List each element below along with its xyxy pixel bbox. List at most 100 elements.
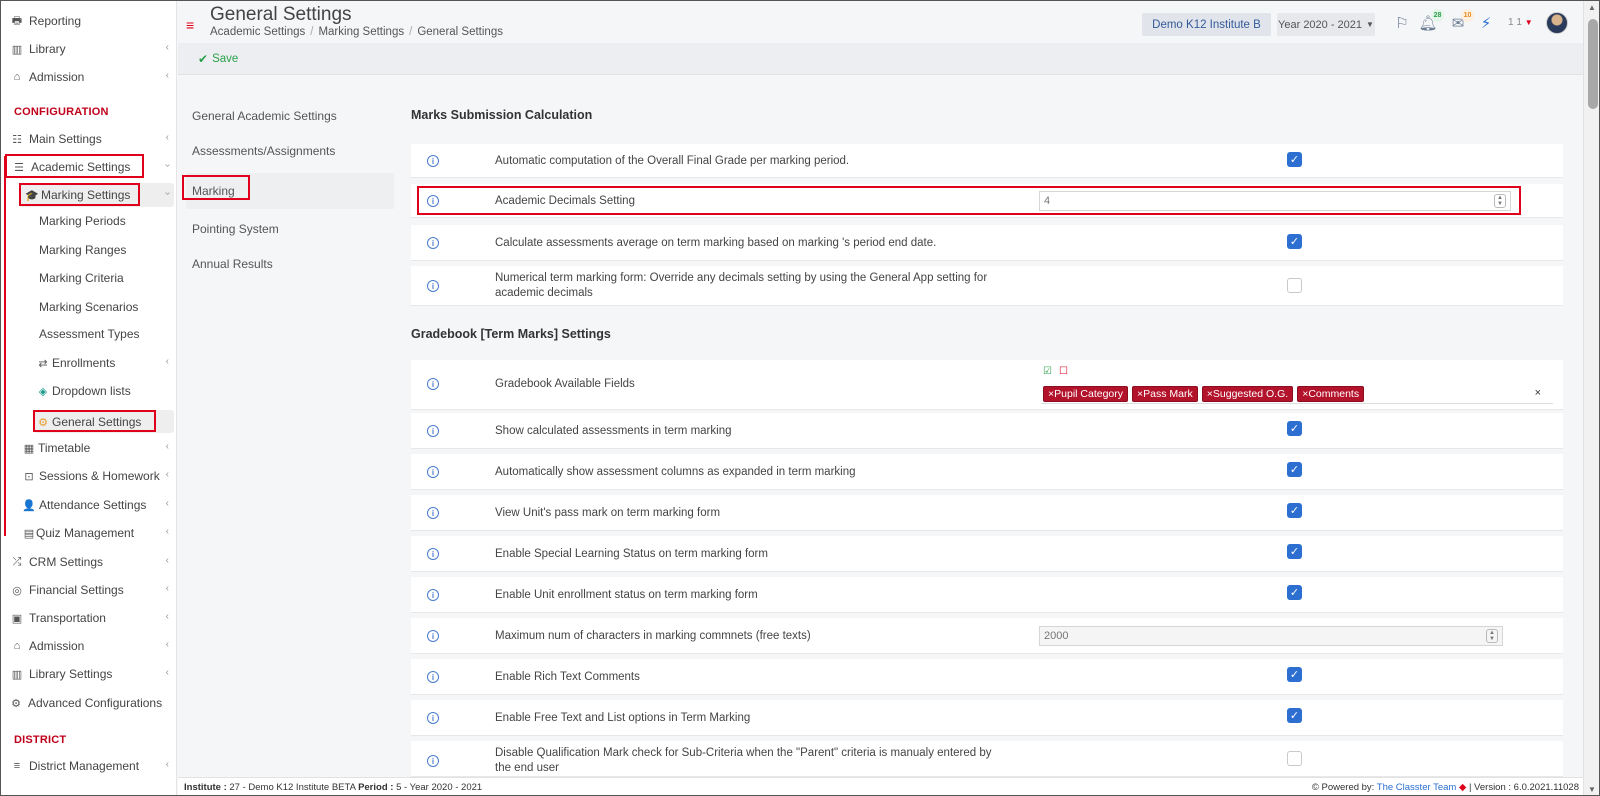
clear-icon[interactable]: × — [1535, 387, 1541, 399]
setting-row: i Show calculated assessments in term ma… — [411, 413, 1563, 449]
setting-row: i Automatic computation of the Overall F… — [411, 144, 1563, 178]
tag-chip[interactable]: ×Comments — [1297, 385, 1365, 402]
setting-checkbox[interactable]: ✓ — [1287, 544, 1302, 559]
printer-icon: 🖶 — [11, 14, 23, 27]
subnav-assessments[interactable]: Assessments/Assignments — [186, 136, 394, 166]
setting-checkbox[interactable]: ✓ — [1287, 462, 1302, 477]
year-selector[interactable]: Year 2020 - 2021 ▼ — [1277, 13, 1375, 36]
setting-checkbox[interactable]: ✓ — [1287, 503, 1302, 518]
tag-chip[interactable]: ×Pupil Category — [1043, 385, 1129, 402]
year-label: Year 2020 - 2021 — [1278, 18, 1363, 31]
sidebar-item-marking-criteria[interactable]: Marking Criteria — [1, 265, 176, 291]
layers-icon: ◈ — [38, 385, 48, 398]
scroll-up-icon[interactable]: ▲ — [1588, 3, 1596, 12]
section-title: Marks Submission Calculation — [411, 108, 593, 122]
info-icon[interactable]: i — [427, 630, 439, 642]
hamburger-icon[interactable]: ≡ — [186, 17, 194, 33]
brand-link[interactable]: The Classter Team — [1377, 782, 1457, 793]
sidebar-item-crm-settings[interactable]: ⤮ CRM Settings ‹ — [1, 549, 176, 575]
info-icon[interactable]: i — [427, 507, 439, 519]
info-icon[interactable]: i — [427, 589, 439, 601]
deselect-all-icon[interactable]: ☐ — [1059, 366, 1068, 377]
sidebar-item-label: Timetable — [38, 441, 91, 455]
envelope-icon[interactable]: ✉ 10 — [1448, 9, 1474, 33]
subnav-general-academic[interactable]: General Academic Settings — [186, 101, 394, 131]
sidebar-item-admission[interactable]: ⌂ Admission ‹ — [1, 64, 176, 90]
subnav-annual-results[interactable]: Annual Results — [186, 249, 394, 279]
sidebar-item-enrollments[interactable]: ⇄ Enrollments ‹ — [1, 350, 176, 376]
section-configuration: CONFIGURATION — [14, 106, 109, 118]
info-icon[interactable]: i — [427, 712, 439, 724]
sidebar-item-library-settings[interactable]: ▥ Library Settings ‹ — [1, 661, 176, 687]
sidebar-item-main-settings[interactable]: ☷ Main Settings ‹ — [1, 126, 176, 152]
scroll-down-icon[interactable]: ▼ — [1588, 785, 1596, 794]
institute-selector[interactable]: Demo K12 Institute B — [1142, 13, 1271, 36]
setting-checkbox[interactable]: ✓ — [1287, 708, 1302, 723]
info-icon[interactable]: i — [427, 425, 439, 437]
sidebar-item-financial-settings[interactable]: ◎ Financial Settings ‹ — [1, 577, 176, 603]
breadcrumb-item[interactable]: Academic Settings — [210, 26, 305, 38]
sidebar-item-district-management[interactable]: ≡ District Management ‹ — [1, 753, 176, 779]
info-icon[interactable]: i — [427, 378, 439, 390]
user-menu[interactable]: 1 1 ▼ — [1508, 17, 1533, 28]
sidebar-item-attendance-settings[interactable]: 👤 Attendance Settings ‹ — [1, 492, 176, 518]
info-icon[interactable]: i — [427, 237, 439, 249]
scroll-thumb[interactable] — [1588, 19, 1598, 109]
breadcrumb-item[interactable]: Marking Settings — [318, 26, 404, 38]
setting-label: Enable Unit enrollment status on term ma… — [495, 589, 758, 601]
bell-icon[interactable]: 🔔︎ 28 — [1418, 9, 1444, 33]
info-icon[interactable]: i — [427, 671, 439, 683]
info-icon[interactable]: i — [427, 280, 439, 292]
copyright-icon: © — [1311, 782, 1319, 793]
sidebar-item-marking-periods[interactable]: Marking Periods — [1, 208, 176, 234]
sidebar-item-label: CRM Settings — [29, 555, 104, 569]
user-check-icon: 👤 — [22, 499, 36, 512]
sidebar-item-reporting[interactable]: 🖶 Reporting — [1, 8, 176, 34]
setting-checkbox[interactable] — [1287, 751, 1302, 766]
info-icon[interactable]: i — [427, 548, 439, 560]
messages-badge: 10 — [1461, 9, 1474, 22]
institute-value: 27 - Demo K12 Institute BETA — [229, 782, 356, 793]
setting-checkbox[interactable]: ✓ — [1287, 421, 1302, 436]
sidebar-item-label: Marking Scenarios — [39, 300, 139, 314]
sidebar-item-advanced-configurations[interactable]: ⚙ Advanced Configurations — [1, 690, 176, 716]
setting-checkbox[interactable]: ✓ — [1287, 667, 1302, 682]
setting-checkbox[interactable] — [1287, 278, 1302, 293]
sidebar-item-marking-ranges[interactable]: Marking Ranges — [1, 237, 176, 263]
sliders-icon: ☷ — [12, 133, 22, 146]
info-icon[interactable]: i — [427, 466, 439, 478]
tag-chip[interactable]: ×Pass Mark — [1132, 385, 1198, 402]
spinner-icon[interactable]: ▲ ▼ — [1486, 629, 1498, 643]
sidebar-item-assessment-types[interactable]: Assessment Types — [1, 321, 176, 347]
sidebar-item-library[interactable]: ▥ Library ‹ — [1, 36, 176, 62]
scrollbar[interactable]: ▲ ▼ — [1583, 1, 1599, 795]
tag-chip[interactable]: ×Suggested O.G. — [1201, 385, 1294, 402]
setting-row: i Calculate assessments average on term … — [411, 225, 1563, 261]
sidebar-item-sessions-homework[interactable]: ⊡ Sessions & Homework ‹ — [1, 463, 176, 489]
chevron-left-icon: ‹ — [165, 356, 169, 367]
setting-checkbox[interactable]: ✓ — [1287, 234, 1302, 249]
setting-label: Automatically show assessment columns as… — [495, 466, 856, 478]
setting-checkbox[interactable]: ✓ — [1287, 585, 1302, 600]
avatar[interactable] — [1546, 12, 1568, 34]
chevron-left-icon: ‹ — [165, 70, 169, 81]
max-chars-input[interactable]: 2000 ▲ ▼ — [1039, 626, 1503, 646]
sidebar-item-quiz-management[interactable]: ▤ Quiz Management ‹ — [1, 520, 176, 546]
setting-row: i Automatically show assessment columns … — [411, 454, 1563, 490]
subnav-pointing-system[interactable]: Pointing System — [186, 214, 394, 244]
setting-row: i Maximum num of characters in marking c… — [411, 618, 1563, 654]
sidebar-item-timetable[interactable]: ▦ Timetable ‹ — [1, 435, 176, 461]
sidebar-item-marking-scenarios[interactable]: Marking Scenarios — [1, 294, 176, 320]
sidebar-item-admission-config[interactable]: ⌂ Admission ‹ — [1, 633, 176, 659]
save-button[interactable]: ✔ Save — [198, 52, 238, 66]
setting-checkbox[interactable]: ✓ — [1287, 152, 1302, 167]
fields-tag-input[interactable]: ×Pupil Category ×Pass Mark ×Suggested O.… — [1041, 384, 1553, 404]
flag-icon[interactable]: ⚐ — [1392, 13, 1412, 33]
sidebar-item-dropdown-lists[interactable]: ◈ Dropdown lists — [1, 378, 176, 404]
info-icon[interactable]: i — [427, 755, 439, 767]
tasks-icon[interactable]: ⚡ — [1476, 13, 1496, 33]
info-icon[interactable]: i — [427, 155, 439, 167]
sidebar-item-transportation[interactable]: ▣ Transportation ‹ — [1, 605, 176, 631]
select-all-icon[interactable]: ☑ — [1043, 366, 1052, 377]
app-window: 🖶 Reporting ▥ Library ‹ ⌂ Admission ‹ CO… — [0, 0, 1600, 796]
